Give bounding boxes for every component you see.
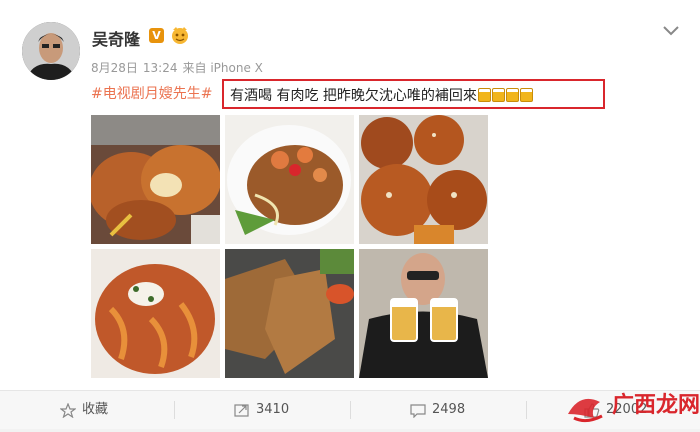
divider (526, 401, 527, 419)
comment-icon (410, 404, 426, 418)
post-time[interactable]: 13:24 (143, 61, 178, 75)
beer-emoji-icon (519, 88, 533, 102)
post-text: 有酒喝 有肉吃 把昨晚欠沈心唯的補回來 (230, 88, 477, 104)
star-icon (60, 403, 76, 418)
watermark-text: 广西龙网 (612, 393, 700, 418)
photo-pasta[interactable] (91, 249, 220, 378)
photo-fried-chicken[interactable] (225, 249, 354, 378)
divider (350, 401, 351, 419)
post-text-highlight: 有酒喝 有肉吃 把昨晚欠沈心唯的補回來 (222, 79, 605, 109)
post-date[interactable]: 8月28日 (91, 61, 138, 75)
repost-button[interactable]: 3410 (234, 391, 334, 429)
repost-count: 3410 (256, 402, 290, 417)
weibo-post-card: 吴奇隆 V 8月28日 13:24 来自 iPhone X #电视剧月嫂先生# 有酒… (0, 0, 700, 390)
photo-fried-cutlet[interactable] (91, 115, 220, 244)
post-source: 来自 iPhone X (182, 61, 263, 75)
photo-shrimp-noodles[interactable] (225, 115, 354, 244)
photo-selfie-beer[interactable] (359, 249, 488, 378)
verified-icon: V (149, 28, 164, 43)
beer-emoji-icon (491, 88, 505, 102)
post-meta: 8月28日 13:24 来自 iPhone X (91, 59, 268, 76)
fan-medal-icon (170, 26, 190, 45)
hashtag-link[interactable]: #电视剧月嫂先生# (91, 83, 221, 103)
beer-emoji-icon (477, 88, 491, 102)
divider (174, 401, 175, 419)
favorite-label: 收藏 (82, 402, 109, 417)
repost-icon (234, 404, 249, 417)
author-name[interactable]: 吴奇隆 (92, 26, 140, 50)
comment-count: 2498 (432, 402, 466, 417)
beer-emoji-icon (505, 88, 519, 102)
favorite-button[interactable]: 收藏 (60, 391, 160, 429)
photo-rice-balls[interactable] (359, 115, 488, 244)
comment-button[interactable]: 2498 (410, 391, 510, 429)
avatar[interactable] (22, 22, 80, 80)
chevron-down-icon[interactable] (660, 20, 682, 40)
